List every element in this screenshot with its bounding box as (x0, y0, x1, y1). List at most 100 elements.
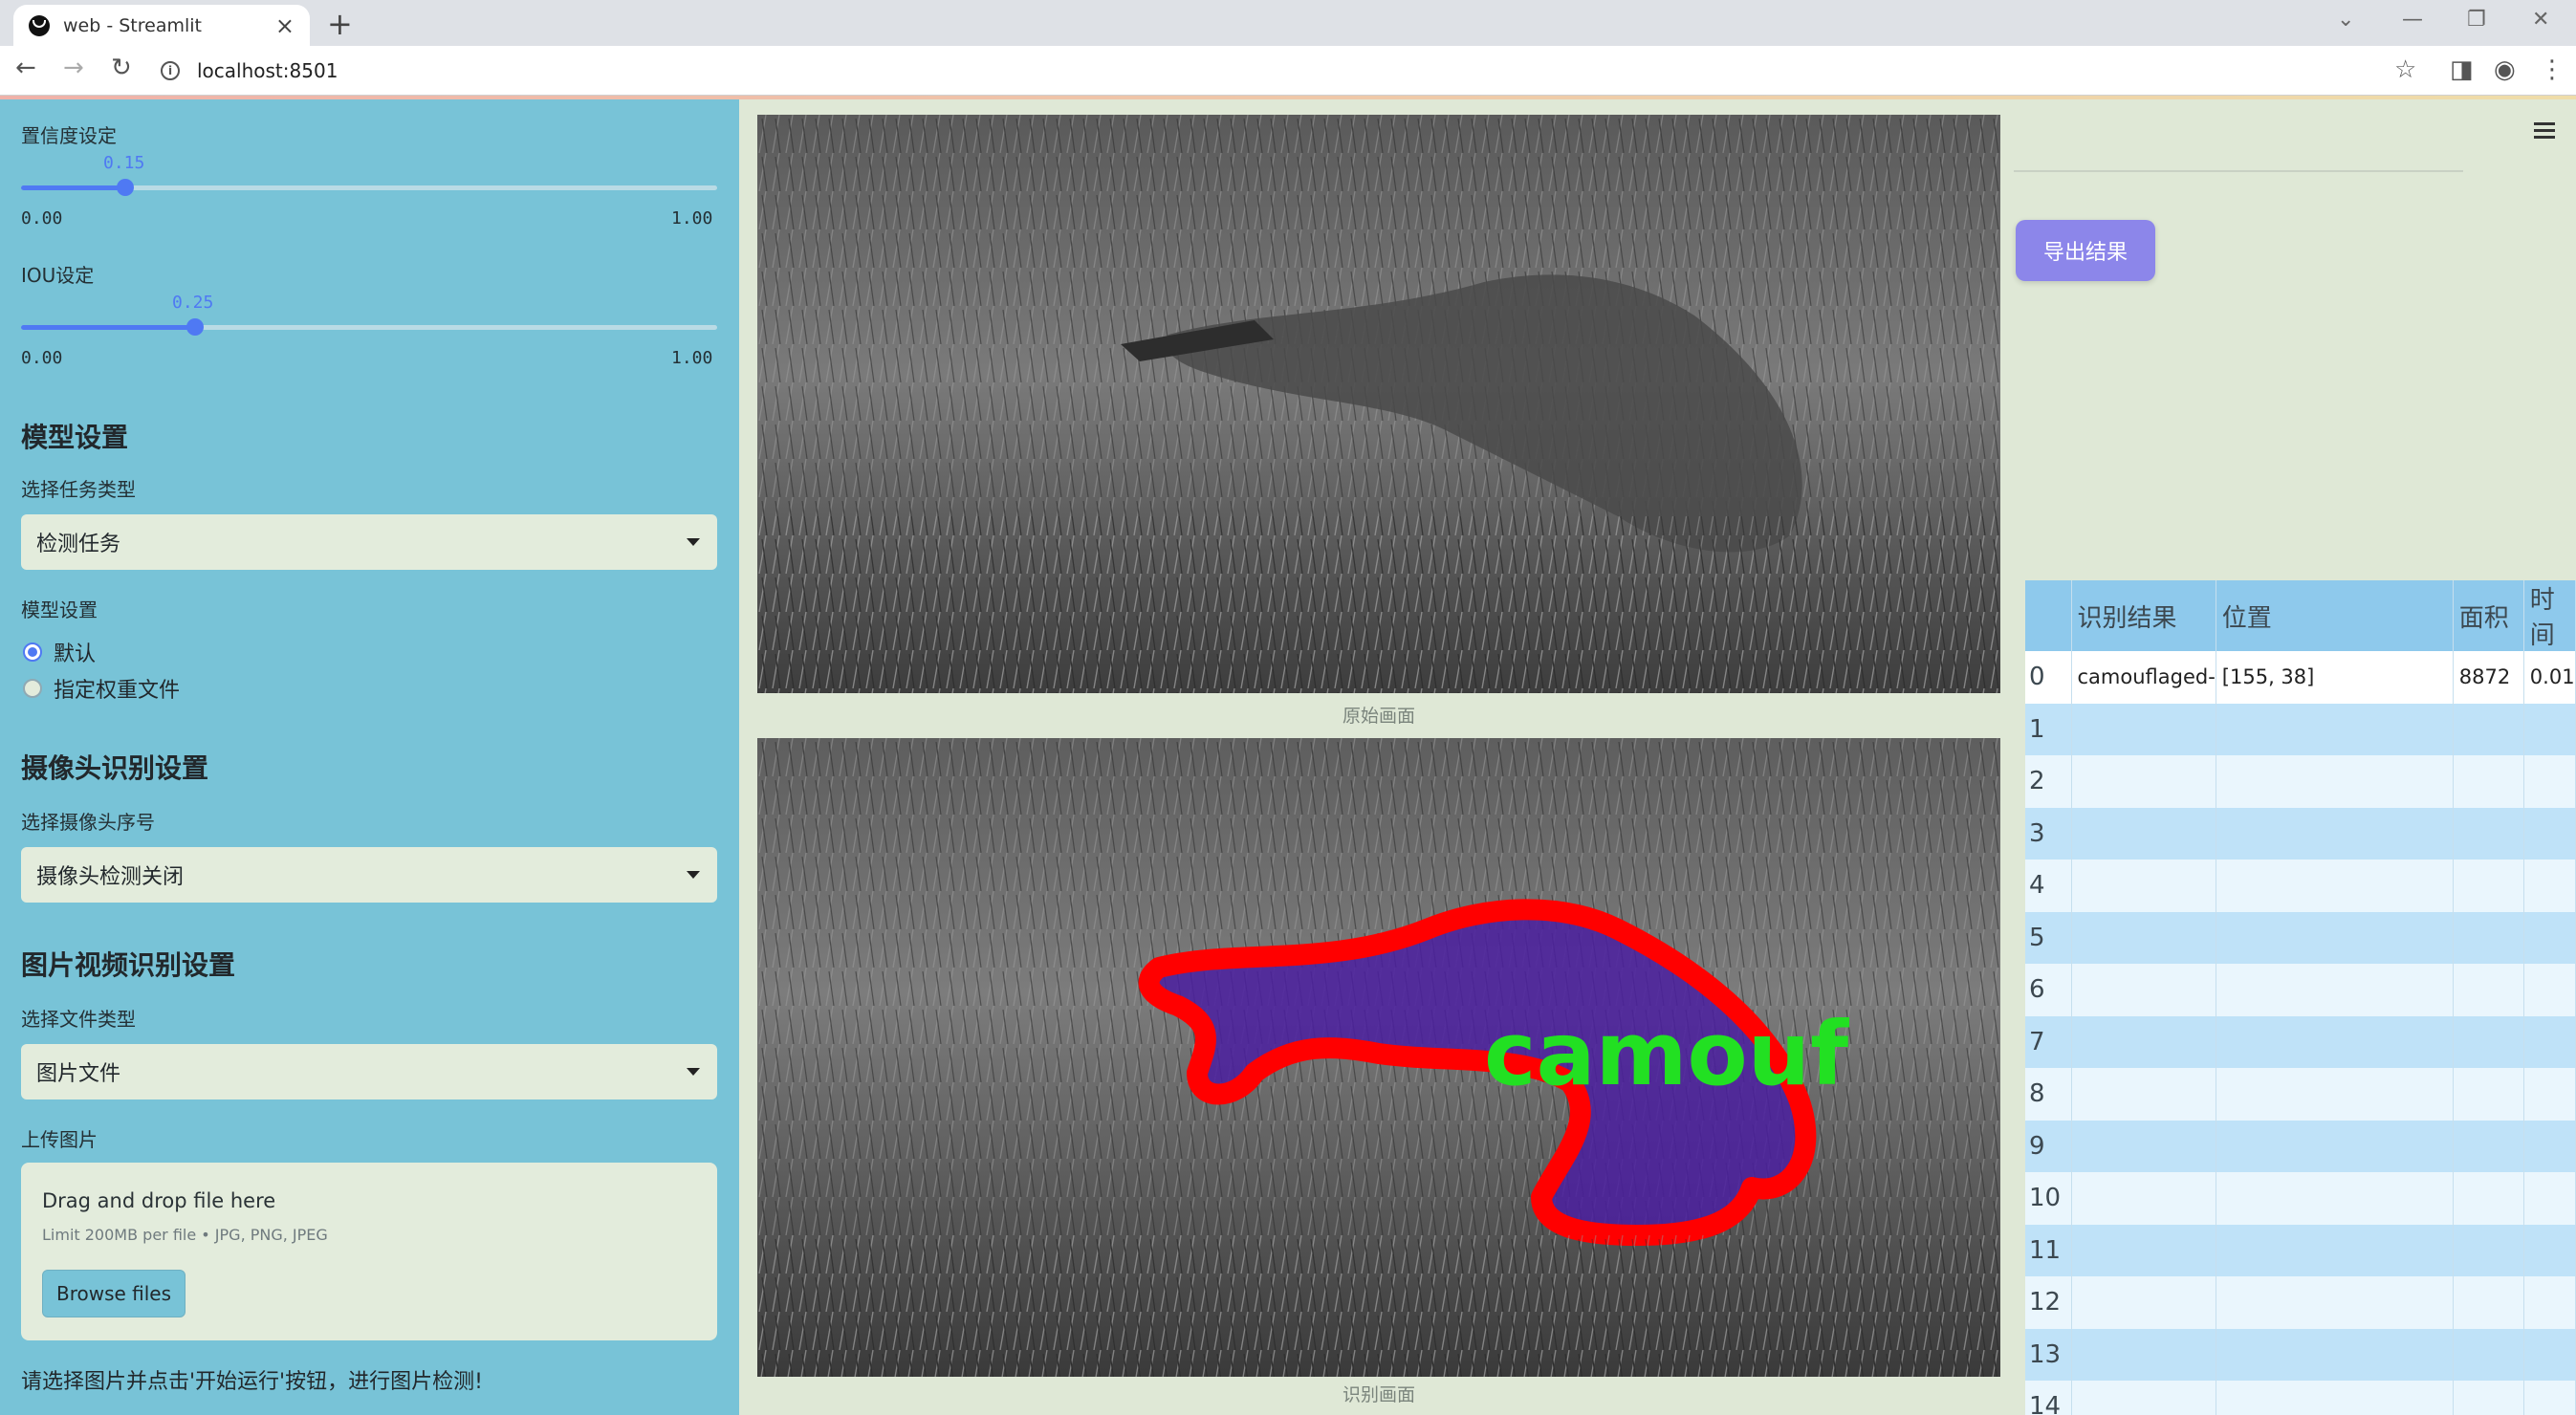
close-window-icon[interactable]: ✕ (2532, 8, 2549, 32)
sidebar-hint: 请选择图片并点击'开始运行'按钮，进行图片检测! (21, 1370, 483, 1394)
table-row: 1 (2025, 703, 2576, 755)
results-table: 识别结果 位置 面积 时间 0 camouflaged- [155, 38] 8872… (2025, 580, 2576, 1415)
task-type-label: 选择任务类型 (21, 478, 136, 501)
bookmark-star-icon[interactable]: ☆ (2394, 55, 2416, 84)
row-area (2453, 1015, 2524, 1068)
row-time (2523, 1015, 2576, 1068)
camera-select-value: 摄像头检测关闭 (36, 865, 185, 889)
header-time[interactable]: 时间 (2523, 580, 2576, 651)
original-image (757, 115, 2000, 693)
radio-default[interactable]: 默认 (23, 637, 96, 667)
confidence-min: 0.00 (21, 208, 63, 229)
upload-label: 上传图片 (21, 1128, 98, 1151)
row-position (2216, 807, 2454, 860)
browser-menu-icon[interactable]: ⋮ (2540, 55, 2565, 84)
row-area (2453, 755, 2524, 808)
browser-tab[interactable]: web - Streamlit × (13, 5, 310, 46)
row-index: 12 (2025, 1276, 2072, 1329)
table-row: 6 (2025, 964, 2576, 1016)
row-position (2216, 1015, 2454, 1068)
camera-select[interactable]: 摄像头检测关闭 (21, 847, 717, 903)
row-result (2071, 1381, 2216, 1415)
profile-avatar-icon[interactable]: ◉ (2494, 55, 2516, 84)
detection-image-caption: 识别画面 (1342, 1384, 1415, 1405)
forward-icon[interactable]: → (63, 54, 84, 82)
minimize-icon[interactable]: — (2402, 8, 2423, 32)
row-time (2523, 1068, 2576, 1121)
task-type-value: 检测任务 (36, 533, 121, 556)
row-position (2216, 1068, 2454, 1121)
table-row: 5 (2025, 911, 2576, 964)
row-index: 10 (2025, 1172, 2072, 1225)
header-index (2025, 580, 2072, 651)
row-area (2453, 807, 2524, 860)
iou-slider-thumb[interactable] (186, 318, 204, 336)
iou-slider[interactable] (21, 318, 717, 336)
row-result (2071, 703, 2216, 755)
row-area (2453, 1172, 2524, 1225)
file-uploader-dropzone[interactable]: Drag and drop file here Limit 200MB per … (21, 1163, 717, 1340)
table-row: 12 (2025, 1276, 2576, 1329)
row-index: 5 (2025, 911, 2072, 964)
iou-slider-fill (21, 325, 195, 330)
row-time (2523, 1172, 2576, 1225)
row-index: 1 (2025, 703, 2072, 755)
task-type-select[interactable]: 检测任务 (21, 514, 717, 570)
row-position (2216, 1276, 2454, 1329)
row-position (2216, 1328, 2454, 1381)
radio-custom-dot[interactable] (23, 679, 42, 698)
row-index: 7 (2025, 1015, 2072, 1068)
row-area (2453, 1381, 2524, 1415)
side-panel-icon[interactable]: ◨ (2450, 55, 2474, 84)
camera-select-label: 选择摄像头序号 (21, 811, 155, 834)
row-area (2453, 1224, 2524, 1276)
url-text: localhost:8501 (197, 59, 338, 82)
close-tab-icon[interactable]: × (275, 12, 295, 39)
row-index: 6 (2025, 964, 2072, 1016)
site-info-icon[interactable]: i (161, 61, 180, 80)
detection-label-text: camouf (1484, 1003, 1849, 1105)
main-menu-icon[interactable] (2534, 122, 2555, 142)
confidence-slider-thumb[interactable] (117, 179, 135, 196)
dropzone-title: Drag and drop file here (42, 1189, 276, 1212)
row-time (2523, 1120, 2576, 1172)
row-index: 2 (2025, 755, 2072, 808)
address-bar: ← → ↻ i localhost:8501 ☆ ◨ ◉ ⋮ (0, 46, 2576, 96)
radio-custom-weights[interactable]: 指定权重文件 (23, 673, 180, 704)
chevron-down-icon (687, 538, 700, 546)
header-position[interactable]: 位置 (2216, 580, 2454, 651)
confidence-label: 置信度设定 (21, 124, 117, 147)
new-tab-icon[interactable]: + (327, 6, 353, 42)
confidence-slider[interactable] (21, 179, 717, 196)
file-type-select[interactable]: 图片文件 (21, 1044, 717, 1099)
row-result (2071, 860, 2216, 912)
row-time (2523, 755, 2576, 808)
url-field[interactable]: i localhost:8501 (161, 52, 2398, 90)
radio-default-dot[interactable] (23, 642, 42, 662)
row-result (2071, 1015, 2216, 1068)
model-settings-header: 模型设置 (21, 422, 129, 453)
row-result (2071, 1172, 2216, 1225)
export-results-button[interactable]: 导出结果 (2016, 220, 2155, 281)
row-position (2216, 860, 2454, 912)
row-area: 8872 (2453, 651, 2524, 704)
confidence-value: 0.15 (103, 153, 145, 173)
row-area (2453, 1328, 2524, 1381)
tab-search-chevron-icon[interactable]: ⌄ (2337, 8, 2354, 32)
back-icon[interactable]: ← (15, 54, 36, 82)
row-index: 9 (2025, 1120, 2072, 1172)
table-row: 10 (2025, 1172, 2576, 1225)
table-row: 9 (2025, 1120, 2576, 1172)
row-time (2523, 1276, 2576, 1329)
row-position (2216, 911, 2454, 964)
row-area (2453, 1068, 2524, 1121)
divider (2014, 170, 2463, 172)
reload-icon[interactable]: ↻ (111, 54, 132, 82)
browse-files-button[interactable]: Browse files (42, 1270, 186, 1317)
row-time (2523, 703, 2576, 755)
header-result[interactable]: 识别结果 (2071, 580, 2216, 651)
detection-image: camouf (757, 738, 2000, 1377)
header-area[interactable]: 面积 (2453, 580, 2524, 651)
radio-custom-label: 指定权重文件 (54, 679, 181, 703)
restore-icon[interactable]: ❐ (2467, 8, 2486, 32)
